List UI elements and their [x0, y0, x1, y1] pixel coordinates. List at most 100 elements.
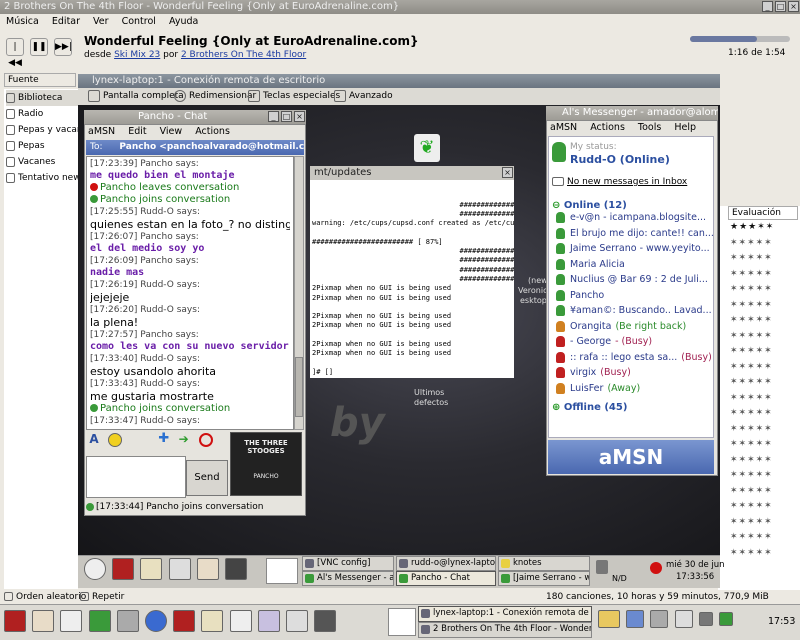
minimize-icon[interactable]: _ — [268, 111, 279, 122]
amsn-menu-help[interactable]: Help — [674, 122, 696, 133]
rating-stars[interactable]: ✶✶✶✶✶ — [730, 468, 800, 484]
player-titlebar[interactable]: 2 Brothers On The 4th Floor - Wonderful … — [0, 0, 800, 14]
rating-stars[interactable]: ✶✶✶✶✶ — [730, 344, 800, 360]
inner-task-chat[interactable]: Pancho - Chat — [396, 571, 496, 586]
contact-item[interactable]: e-v@n - icampana.blogsite... — [554, 210, 714, 226]
inner-task-terminal[interactable]: rudd-o@lynex-laptop:/ — [396, 556, 496, 571]
chat-menu-amsn[interactable]: aMSN — [88, 126, 115, 137]
fullscreen-button[interactable]: Pantalla completa — [88, 88, 184, 104]
expand-icon[interactable]: ⊕ — [552, 402, 560, 413]
scroll-thumb[interactable] — [295, 357, 303, 417]
volume-icon[interactable] — [698, 612, 713, 626]
contact-item[interactable]: LuisFer (Away) — [554, 381, 714, 397]
menu-ayuda[interactable]: Ayuda — [169, 16, 198, 27]
menu-ver[interactable]: Ver — [93, 16, 109, 27]
redhat-icon[interactable] — [4, 610, 26, 632]
source-item[interactable]: Radio — [6, 106, 80, 122]
close-icon[interactable]: × — [502, 167, 513, 178]
chat-log[interactable]: [17:23:39] Pancho says: me quedo bien el … — [86, 156, 294, 430]
contact-item[interactable]: Orangita (Be right back) — [554, 319, 714, 335]
home-icon[interactable] — [32, 610, 55, 632]
send-button[interactable]: Send — [186, 460, 228, 496]
rating-stars[interactable]: ✶✶✶✶✶ — [730, 236, 800, 252]
pause-button[interactable]: ❚❚ — [30, 38, 48, 56]
offline-group-header[interactable]: ⊕ Offline (45) — [552, 402, 627, 413]
contact-item[interactable]: :: rafa :: lego esta sa... (Busy) — [554, 350, 714, 366]
rating-stars[interactable]: ✶✶✶✶✶ — [730, 546, 800, 562]
rating-stars[interactable]: ✶✶✶✶✶ — [730, 329, 800, 345]
rating-stars[interactable]: ✶✶✶✶✶ — [730, 515, 800, 531]
next-button[interactable]: ▶▶| — [54, 38, 72, 56]
printer-icon[interactable] — [168, 558, 191, 580]
contact-item[interactable]: Jaime Serrano - www.yeyito... — [554, 241, 714, 257]
contact-item[interactable]: - George - (Busy) — [554, 334, 714, 350]
monitor-icon[interactable] — [224, 558, 247, 580]
speaker-icon[interactable] — [596, 560, 608, 574]
email-icon[interactable] — [140, 558, 163, 580]
rating-stars[interactable]: ✶✶✶✶✶ — [730, 406, 800, 422]
rating-stars[interactable]: ✶✶✶✶✶ — [730, 499, 800, 515]
music-icon[interactable] — [257, 610, 280, 632]
inner-task-knotes[interactable]: knotes — [498, 556, 590, 571]
resize-button[interactable]: Redimensionar — [174, 88, 256, 104]
maximize-icon[interactable]: □ — [775, 1, 786, 12]
rating-stars[interactable]: ✶✶✶✶✶ — [730, 484, 800, 500]
inner-task-vnc-config[interactable]: [VNC config] — [302, 556, 394, 571]
source-item[interactable]: Biblioteca — [6, 90, 80, 106]
contact-item[interactable]: El brujo me dijo: cante!! can... — [554, 226, 714, 242]
rating-stars[interactable]: ✶✶✶✶✶ — [730, 298, 800, 314]
inner-task-jaime[interactable]: [Jaime Serrano - www — [498, 571, 590, 586]
rating-stars[interactable]: ✶✶✶✶✶ — [730, 375, 800, 391]
rating-stars[interactable]: ✶✶✶✶✶ — [730, 391, 800, 407]
special-keys-button[interactable]: Teclas especiales — [248, 88, 340, 104]
source-item[interactable]: Vacanes — [6, 154, 80, 170]
folder-icon[interactable] — [598, 610, 620, 628]
amsn-menu-tools[interactable]: Tools — [638, 122, 661, 133]
rating-stars[interactable]: ✶✶✶✶✶ — [730, 453, 800, 469]
chat-menu-edit[interactable]: Edit — [128, 126, 146, 137]
menu-editar[interactable]: Editar — [52, 16, 80, 27]
chat-menu-view[interactable]: View — [160, 126, 183, 137]
outer-task-player[interactable]: 2 Brothers On The 4th Floor - Wonderful … — [418, 622, 592, 638]
contact-item[interactable]: Maria Alicia — [554, 257, 714, 273]
home-icon[interactable] — [196, 558, 219, 580]
rating-stars[interactable]: ✶✶✶✶✶ — [730, 437, 800, 453]
outer-task-vnc[interactable]: lynex-laptop:1 - Conexión remota de escr… — [418, 606, 592, 622]
messenger-icon[interactable] — [718, 612, 733, 626]
terminal-titlebar[interactable]: mt/updates × — [310, 166, 514, 180]
artist-link[interactable]: 2 Brothers On The 4th Floor — [181, 50, 306, 60]
maximize-icon[interactable]: □ — [281, 111, 292, 122]
outer-workspace-switcher[interactable] — [388, 608, 416, 636]
block-icon[interactable] — [198, 433, 213, 447]
amsn-menu-amsn[interactable]: aMSN — [550, 122, 577, 133]
contact-item[interactable]: Pancho — [554, 288, 714, 304]
contact-item[interactable]: virgix (Busy) — [554, 365, 714, 381]
rating-stars[interactable]: ✶✶✶✶✶ — [730, 313, 800, 329]
progress-bar[interactable] — [690, 36, 790, 42]
rating-stars[interactable]: ✶✶✶✶✶ — [730, 282, 800, 298]
source-item[interactable]: Pepas — [6, 138, 80, 154]
source-item[interactable]: Tentativo new — [6, 170, 80, 186]
contact-item[interactable]: ¥aman©: Buscando.. Lavad... — [554, 303, 714, 319]
repeat-checkbox[interactable]: Repetir — [80, 592, 124, 602]
menu-musica[interactable]: Música — [6, 16, 39, 27]
record-icon[interactable] — [650, 562, 662, 574]
chat-titlebar[interactable]: Pancho - Chat _ □ × — [84, 110, 306, 124]
battery-icon[interactable] — [674, 610, 693, 628]
rating-stars[interactable]: ★★★✶✶ — [730, 220, 800, 236]
send-file-icon[interactable]: ➔ — [179, 433, 193, 447]
workspace-switcher[interactable] — [266, 558, 298, 584]
rating-stars[interactable]: ✶✶✶✶✶ — [730, 422, 800, 438]
browser-icon[interactable] — [144, 610, 167, 632]
rating-stars[interactable]: ✶✶✶✶✶ — [730, 530, 800, 546]
email-icon[interactable] — [201, 610, 224, 632]
rating-stars[interactable]: ✶✶✶✶✶ — [730, 360, 800, 376]
shuffle-checkbox[interactable]: Orden aleatorio — [4, 592, 86, 602]
text-editor-icon[interactable] — [88, 610, 111, 632]
advanced-button[interactable]: Avanzado — [334, 88, 393, 104]
rating-stars[interactable]: ✶✶✶✶✶ — [730, 251, 800, 267]
redhat-icon[interactable] — [112, 558, 135, 580]
close-icon[interactable]: × — [294, 111, 305, 122]
source-item[interactable]: Pepas y vacan — [6, 122, 80, 138]
inner-clock-date[interactable]: mié 30 de jun — [666, 560, 725, 570]
